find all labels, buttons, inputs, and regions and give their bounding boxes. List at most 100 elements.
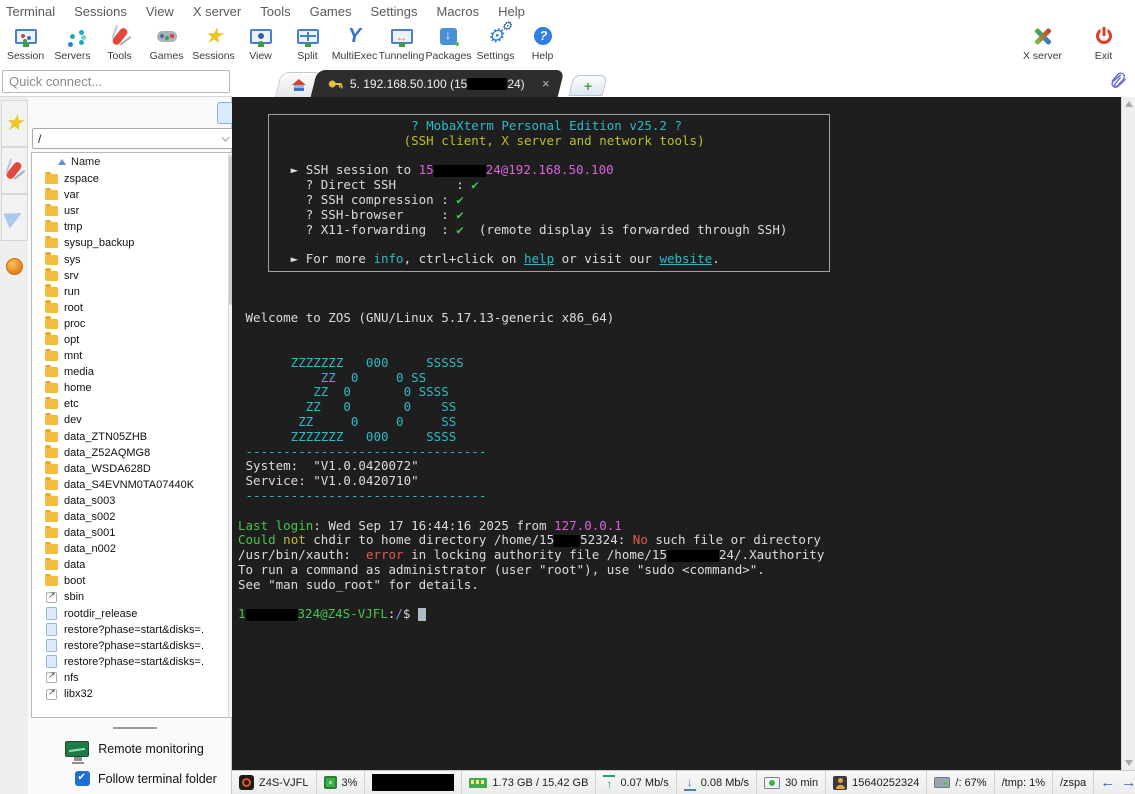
new-folder-icon[interactable] (125, 102, 146, 124)
menu-item-terminal[interactable]: Terminal (6, 4, 55, 19)
encoding-icon[interactable] (194, 102, 215, 124)
folder-icon (44, 235, 59, 249)
toolbar-button-x-server[interactable]: X server (1019, 23, 1066, 62)
folder-icon (44, 429, 59, 442)
file-row-run[interactable]: run (44, 284, 237, 300)
file-row-restore-phase-start-disks[interactable]: restore?phase=start&disks=. (44, 654, 237, 670)
file-row-usr[interactable]: usr (44, 203, 237, 219)
file-list-header[interactable]: Name (32, 153, 237, 171)
file-row-data-n002[interactable]: data_n002 (44, 541, 237, 557)
refresh-icon[interactable] (102, 102, 123, 124)
file-row-libx32[interactable]: libx32 (44, 686, 237, 702)
quick-connect-input[interactable] (2, 70, 230, 93)
file-row-zspace[interactable]: zspace (44, 171, 237, 187)
nav-left-arrow[interactable]: ← (1100, 775, 1115, 790)
file-row-dev[interactable]: dev (44, 412, 237, 428)
tab-close-icon[interactable]: × (542, 76, 550, 91)
file-row-boot[interactable]: boot (44, 573, 237, 589)
menu-item-help[interactable]: Help (498, 4, 525, 19)
toolbar-button-packages[interactable]: Packages (425, 23, 472, 62)
toolbar-button-tools[interactable]: Tools (96, 23, 143, 62)
toolbar-button-multiexec[interactable]: MultiExec (331, 23, 378, 62)
file-row-data[interactable]: data (44, 557, 237, 573)
file-row-data-s001[interactable]: data_s001 (44, 525, 237, 541)
file-row-sysup-backup[interactable]: sysup_backup (44, 235, 237, 251)
upload-icon[interactable] (79, 102, 100, 124)
menu-item-sessions[interactable]: Sessions (74, 4, 127, 19)
file-row-mnt[interactable]: mnt (44, 348, 237, 364)
file-row-rootdir-release[interactable]: rootdir_release (44, 606, 237, 622)
file-row-opt[interactable]: opt (44, 332, 237, 348)
sidebar-strip-paper-plane-icon[interactable] (0, 194, 28, 241)
folder-icon (44, 332, 59, 345)
menu-item-x-server[interactable]: X server (193, 4, 241, 19)
host-icon (239, 775, 254, 790)
file-row-proc[interactable]: proc (44, 316, 237, 332)
file-row-data-s002[interactable]: data_s002 (44, 509, 237, 525)
file-row-data-wsda628d[interactable]: data_WSDA628D (44, 461, 237, 477)
new-file-icon[interactable] (148, 102, 169, 124)
terminal[interactable]: ? MobaXterm Personal Edition v25.2 ? (SS… (232, 97, 1121, 770)
file-row-restore-phase-start-disks[interactable]: restore?phase=start&disks=. (44, 622, 237, 638)
file-row-root[interactable]: root (44, 300, 237, 316)
file-row-restore-phase-start-disks[interactable]: restore?phase=start&disks=. (44, 638, 237, 654)
parent-folder-icon[interactable] (33, 102, 54, 124)
terminal-line: /usr/bin/xauth: error in locking authori… (238, 547, 825, 563)
new-tab-button[interactable]: + (568, 75, 608, 96)
toolbar-button-settings[interactable]: Settings (472, 19, 519, 63)
file-row-data-s003[interactable]: data_s003 (44, 493, 237, 509)
menu-item-macros[interactable]: Macros (436, 4, 479, 19)
toolbar-button-help[interactable]: Help (519, 23, 566, 62)
scroll-down-icon[interactable] (1125, 760, 1133, 766)
file-row-home[interactable]: home (44, 380, 237, 396)
file-label: restore?phase=start&disks=. (64, 623, 205, 636)
file-row-var[interactable]: var (44, 187, 237, 203)
menu-item-settings[interactable]: Settings (371, 4, 418, 19)
chevron-down-icon[interactable] (222, 133, 230, 141)
follow-terminal-folder-checkbox[interactable] (75, 771, 90, 786)
split-icon (294, 23, 322, 49)
active-session-tab[interactable]: 5. 192.168.50.100 (15 24) × (310, 70, 565, 97)
toolbar-button-servers[interactable]: Servers (49, 23, 96, 62)
file-row-etc[interactable]: etc (44, 396, 237, 412)
toolbar-button-view[interactable]: View (237, 23, 284, 62)
tab-row: 5. 192.168.50.100 (15 24) × + (0, 68, 1135, 97)
toolbar-label-tools: Tools (107, 50, 132, 62)
menu-item-tools[interactable]: Tools (260, 4, 290, 19)
terminal-scrollbar[interactable] (1121, 97, 1135, 770)
file-row-data-ztn05zhb[interactable]: data_ZTN05ZHB (44, 429, 237, 445)
status-segment-30-min: 30 min (757, 771, 827, 794)
file-row-srv[interactable]: srv (44, 268, 237, 284)
sidebar-strip-globe-icon[interactable] (0, 253, 28, 279)
file-row-data-z52aqmg8[interactable]: data_Z52AQMG8 (44, 445, 237, 461)
scroll-up-icon[interactable] (1125, 101, 1133, 107)
sidebar-strip-knife-icon[interactable] (0, 147, 28, 194)
path-input[interactable] (32, 128, 237, 149)
toolbar-button-sessions[interactable]: Sessions (190, 23, 237, 62)
terminal-line: ZZ 0 0 SSSS (238, 384, 449, 400)
download-icon[interactable] (56, 102, 77, 124)
sidebar-strip-star-icon[interactable] (0, 100, 28, 147)
toolbar-button-games[interactable]: Games (143, 23, 190, 62)
file-row-sys[interactable]: sys (44, 251, 237, 267)
follow-terminal-folder-label: Follow terminal folder (98, 771, 217, 786)
toolbar-button-split[interactable]: Split (284, 23, 331, 62)
file-row-sbin[interactable]: sbin (44, 589, 237, 605)
toolbar-button-session[interactable]: Session (2, 23, 49, 62)
file-row-media[interactable]: media (44, 364, 237, 380)
toolbar-button-exit[interactable]: Exit (1080, 23, 1127, 62)
delete-icon[interactable] (171, 102, 192, 124)
file-row-tmp[interactable]: tmp (44, 219, 237, 235)
file-row-data-s4evnm0ta07440k[interactable]: data_S4EVNM0TA07440K (44, 477, 237, 493)
remote-monitoring-button[interactable]: Remote monitoring (31, 737, 238, 761)
toolbar-button-tunneling[interactable]: Tunneling (378, 23, 425, 62)
menu-item-games[interactable]: Games (310, 4, 352, 19)
nav-right-arrow[interactable]: → (1121, 775, 1135, 790)
file-row-nfs[interactable]: nfs (44, 670, 237, 686)
status-label: 0.08 Mb/s (700, 776, 750, 789)
folder-icon (44, 348, 59, 362)
paperclip-icon[interactable] (1109, 70, 1127, 95)
sort-ascending-icon (58, 159, 66, 165)
menu-item-view[interactable]: View (146, 4, 174, 19)
